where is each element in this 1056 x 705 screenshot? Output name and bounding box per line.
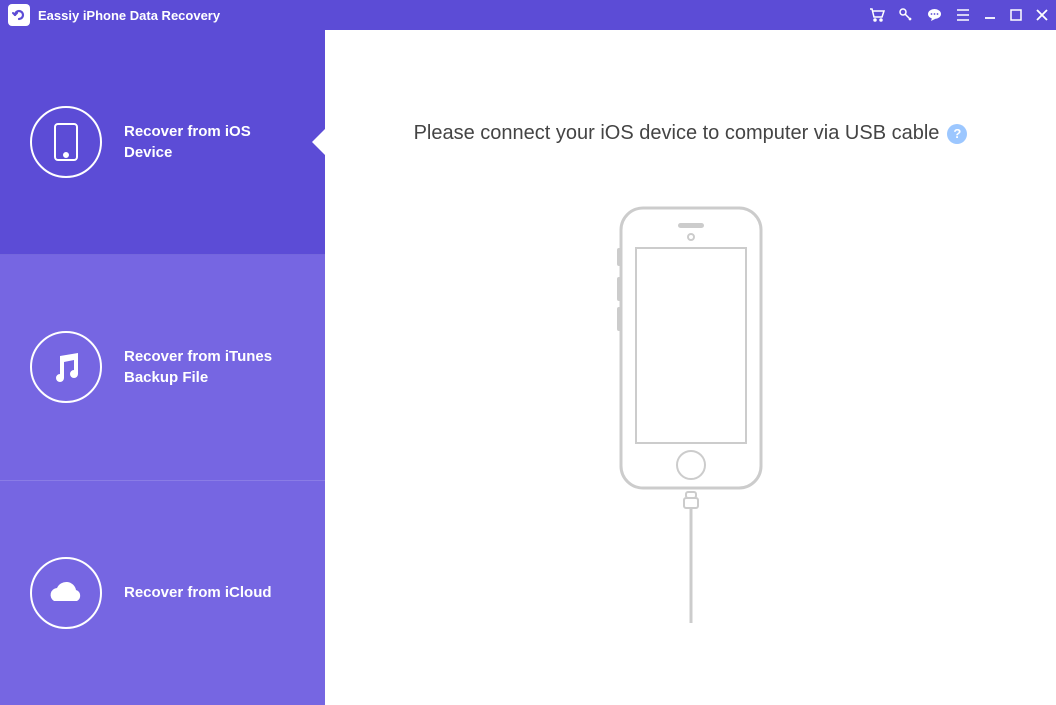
- music-icon: [30, 331, 102, 403]
- chat-icon[interactable]: [927, 8, 942, 22]
- cart-icon[interactable]: [869, 8, 885, 22]
- app-title: Eassiy iPhone Data Recovery: [38, 8, 869, 23]
- app-logo: [8, 4, 30, 26]
- sidebar-item-ios-device[interactable]: Recover from iOS Device: [0, 30, 325, 255]
- key-icon[interactable]: [899, 8, 913, 22]
- help-icon[interactable]: ?: [947, 124, 967, 144]
- sidebar-item-label: Recover from iTunes Backup File: [124, 346, 284, 388]
- prompt-text: Please connect your iOS device to comput…: [414, 122, 940, 145]
- close-button[interactable]: [1036, 9, 1048, 21]
- sidebar: Recover from iOS Device Recover from iTu…: [0, 30, 325, 705]
- maximize-button[interactable]: [1010, 9, 1022, 21]
- sidebar-item-label: Recover from iOS Device: [124, 121, 284, 163]
- connect-prompt: Please connect your iOS device to comput…: [414, 122, 968, 145]
- minimize-button[interactable]: [984, 9, 996, 21]
- menu-icon[interactable]: [956, 9, 970, 21]
- cloud-icon: [30, 557, 102, 629]
- main-panel: Please connect your iOS device to comput…: [325, 30, 1056, 705]
- phone-icon: [30, 106, 102, 178]
- sidebar-item-label: Recover from iCloud: [124, 582, 272, 603]
- sidebar-item-icloud[interactable]: Recover from iCloud: [0, 481, 325, 705]
- device-illustration: [606, 203, 776, 623]
- titlebar: Eassiy iPhone Data Recovery: [0, 0, 1056, 30]
- sidebar-item-itunes-backup[interactable]: Recover from iTunes Backup File: [0, 255, 325, 480]
